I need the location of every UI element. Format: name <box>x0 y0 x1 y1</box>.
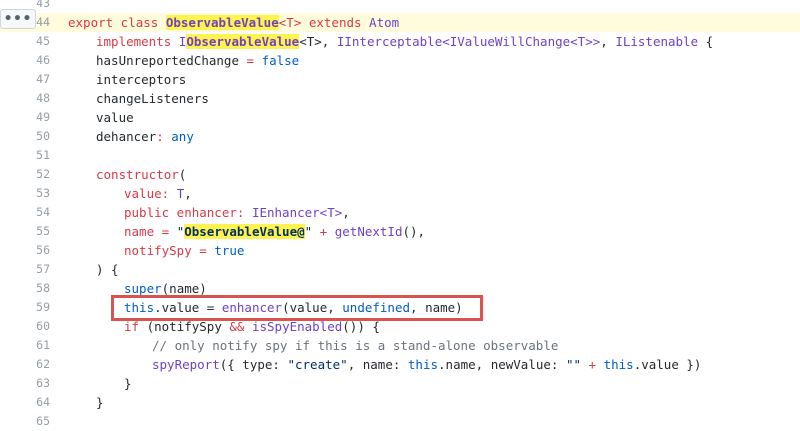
code-text: notifySpy = true <box>124 243 245 258</box>
line-number: 61 <box>36 338 50 352</box>
code-line: 54 public enhancer: IEnhancer<T>, <box>0 203 800 222</box>
line-number: 51 <box>36 148 50 162</box>
code-text: } <box>124 376 132 391</box>
code-text: changeListeners <box>96 91 209 106</box>
code-text: // only notify spy if this is a stand-al… <box>152 338 559 353</box>
code-line: 56 notifySpy = true <box>0 241 800 260</box>
code-text: value <box>96 110 134 125</box>
line-number: 55 <box>36 224 50 238</box>
code-text: implements IObservableValue<T>, IInterce… <box>96 34 714 49</box>
line-number: 45 <box>36 34 50 48</box>
code-editor: ••• 43 44 export class ObservableValue<T… <box>0 0 800 428</box>
code-line: 51 <box>0 146 800 165</box>
code-line: 52 constructor( <box>0 165 800 184</box>
code-line: 50 dehancer: any <box>0 127 800 146</box>
line-number: 62 <box>36 357 50 371</box>
code-text: interceptors <box>96 72 187 87</box>
line-number: 59 <box>36 300 50 314</box>
line-number: 50 <box>36 129 50 143</box>
line-number: 53 <box>36 186 50 200</box>
code-text: value: T, <box>124 186 192 201</box>
line-number: 58 <box>36 281 50 295</box>
line-number: 54 <box>36 205 50 219</box>
code-text: export class ObservableValue<T> extends … <box>68 15 400 30</box>
code-line: 57 ) { <box>0 260 800 279</box>
code-line: 43 <box>0 0 800 13</box>
ellipsis-icon: ••• <box>3 11 33 27</box>
code-line: 53 value: T, <box>0 184 800 203</box>
code-text: spyReport({ type: "create", name: this.n… <box>152 357 702 372</box>
code-line: 62 spyReport({ type: "create", name: thi… <box>0 355 800 374</box>
code-text: } <box>96 395 104 410</box>
line-number: 64 <box>36 395 50 409</box>
code-text: dehancer: any <box>96 129 194 144</box>
line-number: 56 <box>36 243 50 257</box>
code-text: constructor( <box>96 167 187 182</box>
line-number: 47 <box>36 72 50 86</box>
code-line: 48 changeListeners <box>0 89 800 108</box>
code-text: hasUnreportedChange = false <box>96 53 300 68</box>
code-line: 61 // only notify spy if this is a stand… <box>0 336 800 355</box>
code-text: ) { <box>96 262 119 277</box>
line-number: 49 <box>36 110 50 124</box>
code-line-highlighted: 44 export class ObservableValue<T> exten… <box>0 13 800 32</box>
code-line: 49 value <box>0 108 800 127</box>
code-line: 47 interceptors <box>0 70 800 89</box>
highlight-annotation-box <box>111 295 483 321</box>
code-line: 55 name = "ObservableValue@" + getNextId… <box>0 222 800 241</box>
line-number: 60 <box>36 319 50 333</box>
line-number: 48 <box>36 91 50 105</box>
line-number: 65 <box>36 414 50 428</box>
code-text: name = "ObservableValue@" + getNextId(), <box>124 224 426 239</box>
line-number: 63 <box>36 376 50 390</box>
line-number: 52 <box>36 167 50 181</box>
code-line: 65 <box>0 412 800 431</box>
code-line: 64 } <box>0 393 800 412</box>
line-number: 57 <box>36 262 50 276</box>
code-line: 63 } <box>0 374 800 393</box>
line-number: 46 <box>36 53 50 67</box>
code-line: 45 implements IObservableValue<T>, IInte… <box>0 32 800 51</box>
code-text: public enhancer: IEnhancer<T>, <box>124 205 350 220</box>
more-actions-button[interactable]: ••• <box>0 9 36 29</box>
code-line: 46 hasUnreportedChange = false <box>0 51 800 70</box>
